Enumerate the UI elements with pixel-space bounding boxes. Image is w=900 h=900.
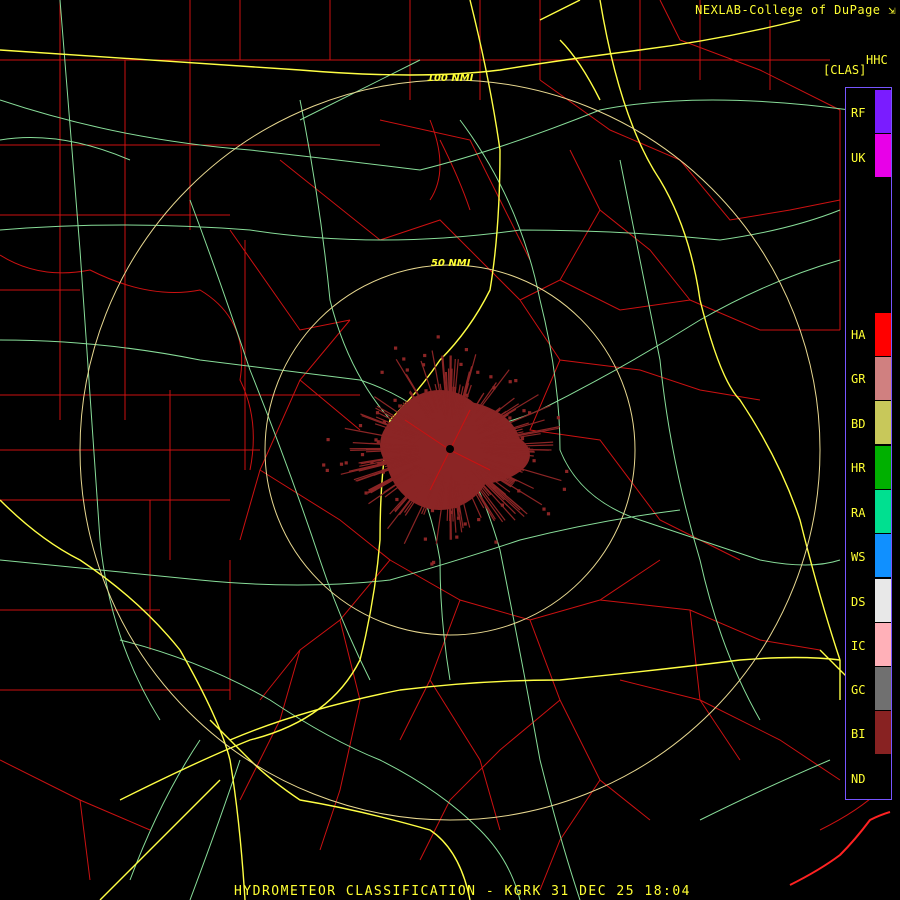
legend-label-ds: DS: [851, 595, 866, 609]
legend-swatch-ha: [875, 313, 891, 356]
legend-swatch-ds: [875, 579, 891, 622]
product-class: [CLAS]: [823, 63, 867, 77]
legend-swatch-rf: [875, 90, 891, 133]
echo-speck: [517, 489, 521, 493]
echo-speck: [376, 440, 380, 444]
legend-label-bi: BI: [851, 727, 866, 741]
echo-speck: [520, 437, 525, 441]
echo-speck: [522, 409, 526, 413]
legend-swatch-uk: [875, 134, 891, 177]
echo-speck: [436, 335, 440, 339]
echo-speck: [477, 517, 481, 522]
echo-speck: [423, 353, 427, 358]
echo-speck: [464, 348, 468, 352]
legend-swatch-nd: [875, 755, 891, 798]
radar-site-marker: [446, 445, 454, 453]
echo-speck: [381, 470, 385, 474]
legend-label-nd: ND: [851, 772, 866, 786]
product-title: HYDROMETEOR CLASSIFICATION - KGRK 31 DEC…: [234, 884, 692, 899]
echo-speck: [463, 522, 467, 526]
echo-speck: [459, 362, 463, 366]
echo-speck: [508, 380, 512, 384]
echo-speck: [402, 357, 406, 361]
range-ring-50-label: 50 NMI: [431, 258, 471, 269]
legend-label-hr: HR: [851, 461, 866, 475]
echo-speck: [358, 424, 363, 428]
echo-speck: [556, 416, 561, 420]
echo-speck: [370, 460, 374, 465]
echo-speck: [449, 510, 453, 514]
external-link-icon[interactable]: ⇲: [888, 3, 896, 17]
echo-speck: [465, 393, 469, 397]
echo-speck: [489, 375, 493, 379]
legend-label-ra: RA: [851, 506, 866, 520]
legend-label-bd: BD: [851, 417, 866, 431]
legend-swatch-gc: [875, 667, 891, 710]
echo-speck: [437, 503, 441, 507]
echo-speck: [430, 562, 434, 566]
echo-spike: [450, 355, 452, 405]
echo-speck: [360, 453, 365, 457]
echo-spike: [365, 448, 412, 450]
echo-speck: [326, 438, 330, 442]
legend-label-ha: HA: [851, 328, 866, 342]
echo-speck: [423, 537, 427, 541]
radar-map: [0, 0, 900, 900]
echo-speck: [527, 411, 532, 415]
echo-speck: [344, 461, 348, 465]
echo-speck: [421, 363, 426, 367]
echo-speck: [476, 370, 480, 374]
echo-speck: [455, 535, 459, 539]
echo-speck: [382, 420, 386, 424]
echo-speck: [532, 459, 536, 463]
legend-swatch-ws: [875, 534, 891, 577]
echo-speck: [325, 468, 329, 472]
echo-speck: [424, 389, 428, 393]
echo-speck: [492, 486, 496, 490]
legend-label-ws: WS: [851, 550, 866, 564]
echo-speck: [375, 411, 380, 415]
echo-speck: [456, 516, 461, 520]
echo-speck: [339, 462, 344, 466]
echo-speck: [508, 435, 512, 439]
echo-speck: [508, 416, 512, 420]
echo-speck: [546, 512, 551, 516]
legend-label-gr: GR: [851, 372, 866, 386]
legend-label-uk: UK: [851, 151, 866, 165]
echo-speck: [380, 370, 384, 374]
range-ring-100-label: 100 NMI: [427, 73, 474, 84]
echo-speck: [405, 368, 409, 372]
legend-swatch-gr: [875, 357, 891, 400]
echo-speck: [500, 503, 504, 507]
echo-speck: [565, 469, 569, 473]
echo-speck: [395, 497, 399, 502]
legend-label-rf: RF: [851, 106, 866, 120]
echo-spike: [447, 368, 450, 410]
echo-speck: [398, 404, 402, 408]
legend-label-ic: IC: [851, 639, 866, 653]
echo-speck: [364, 491, 368, 495]
echo-speck: [393, 398, 397, 402]
product-code: HHC: [866, 53, 888, 67]
legend-swatch-ra: [875, 490, 891, 533]
credit-text: NEXLAB-College of DuPage ⇲: [695, 3, 896, 17]
echo-speck: [542, 507, 546, 511]
echo-speck: [514, 379, 518, 383]
echo-speck: [430, 509, 435, 513]
legend-label-gc: GC: [851, 683, 866, 697]
echo-speck: [523, 458, 527, 462]
echo-speck: [494, 540, 498, 544]
echo-speck: [492, 386, 496, 390]
legend-swatch-bd: [875, 401, 891, 444]
echo-speck: [562, 487, 567, 491]
legend-swatch-ic: [875, 623, 891, 666]
legend-swatch-bi: [875, 711, 891, 754]
echo-speck: [322, 463, 326, 467]
echo-speck: [394, 346, 398, 350]
legend-swatch-hr: [875, 446, 891, 489]
